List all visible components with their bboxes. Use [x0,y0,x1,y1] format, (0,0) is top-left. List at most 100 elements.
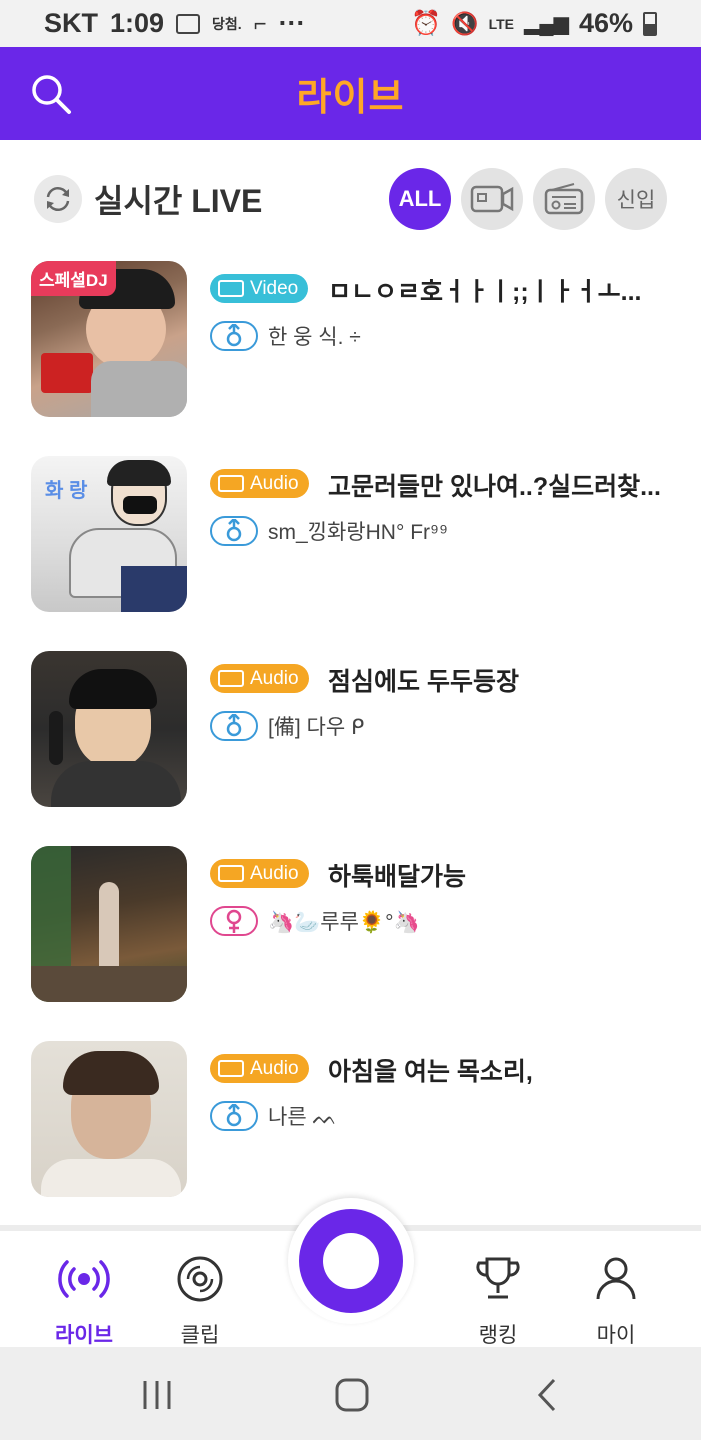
shirt-shape [51,761,181,807]
special-dj-badge: 스페셜DJ [31,261,116,296]
male-icon [210,516,258,546]
thumbnail-caption: 화 랑 [45,480,88,502]
host-name: [備] 다우 ᑭ [268,716,365,739]
stream-thumbnail [31,846,187,1002]
filter-all[interactable]: ALL [389,168,451,230]
jeans-shape [121,566,187,612]
stream-thumbnail [31,1041,187,1197]
host-name: 한 웅 식. ÷ [268,326,361,349]
stream-title: 점심에도 두두등장 [328,668,519,696]
carrier-label: SKT [44,8,98,38]
nav-label: 클립 [180,1324,220,1347]
red-box-shape [41,353,93,393]
list-item[interactable]: Audio 하툭배달가능 🦄🦢루루🌻°🦄 [0,843,701,1038]
list-item[interactable]: 스페셜DJ Video ㅁㄴㅇㄹ호ㅓㅏㅣ;;ㅣㅏㅓㅗ... 한 웅 식. ÷ [0,258,701,453]
audio-tag: Audio [210,859,309,888]
audio-tag-icon [218,670,244,687]
search-button[interactable] [30,73,72,115]
page-title: 라이브 [296,77,405,119]
refresh-button[interactable] [34,175,82,223]
alarm-icon: ⏰ [411,10,442,37]
stream-title: 하툭배달가능 [328,863,467,891]
audio-tag-icon [218,1060,244,1077]
type-label: Audio [250,472,299,494]
section-header: 실시간 LIVE ALL 신입 [0,140,701,258]
male-icon [210,711,258,741]
type-label: Video [250,277,299,299]
mute-icon: 🔇 [451,10,479,36]
stream-title: ㅁㄴㅇㄹ호ㅓㅏㅣ;;ㅣㅏㅓㅗ... [328,278,642,306]
radio-icon [544,183,584,215]
section-title: 실시간 LIVE [94,183,263,219]
female-icon [210,906,258,936]
host-name: 나른 ᨓ [268,1106,338,1129]
signal-icon: ▂▄▆ [524,13,569,35]
gallery-icon [176,13,201,34]
hair-shape [69,669,157,709]
live-list: 스페셜DJ Video ㅁㄴㅇㄹ호ㅓㅏㅣ;;ㅣㅏㅓㅗ... 한 웅 식. ÷ 화… [0,258,701,1233]
host-row: [備] 다우 ᑭ [210,711,364,741]
app-header: 라이브 [0,47,701,140]
host-row: 나른 ᨓ [210,1101,338,1131]
host-name: sm_낑화랑HN° Fr⁹⁹ [268,521,449,544]
home-icon[interactable] [332,1375,372,1415]
stream-thumbnail [31,651,187,807]
nav-clip[interactable]: 클립 [150,1253,250,1349]
more-notifications: ··· [278,8,306,38]
recent-apps-icon[interactable] [137,1375,177,1415]
filter-new[interactable]: 신입 [605,168,667,230]
audio-tag: Audio [210,664,309,693]
trophy-icon [476,1257,520,1299]
list-item[interactable]: Audio 점심에도 두두등장 [備] 다우 ᑭ [0,648,701,843]
audio-tag-icon [218,865,244,882]
nav-live[interactable]: 라이브 [34,1253,134,1349]
video-tag: Video [210,274,309,303]
stream-thumbnail: 스페셜DJ [31,261,187,417]
stream-title: 아침을 여는 목소리, [328,1058,533,1086]
notification-text: 당첨. [212,15,242,32]
disc-icon [177,1256,223,1302]
host-row: sm_낑화랑HN° Fr⁹⁹ [210,516,448,546]
male-icon [210,1101,258,1131]
hoodie-shape [91,361,187,417]
lte-indicator: LTE [488,15,515,32]
nav-label: 마이 [596,1324,636,1347]
filter-group: ALL 신입 [389,168,667,230]
nav-label: 랭킹 [478,1324,518,1347]
clock: 1:09 [110,8,165,38]
type-label: Audio [250,1057,299,1079]
shirt-shape [41,1159,181,1197]
audio-tag: Audio [210,1054,309,1083]
hair-shape [63,1051,159,1095]
user-icon [596,1257,636,1300]
status-bar: SKT 1:09 당첨. ⌐ ··· ⏰ 🔇 LTE ▂▄▆ 46% [0,0,701,47]
nav-label: 라이브 [55,1324,113,1347]
filter-audio[interactable] [533,168,595,230]
video-tag-icon [218,280,244,297]
stream-thumbnail: 화 랑 [31,456,187,612]
type-label: Audio [250,862,299,884]
mask-shape [123,496,157,514]
nav-my[interactable]: 마이 [566,1253,666,1349]
back-icon[interactable] [528,1375,568,1415]
host-row: 🦄🦢루루🌻°🦄 [210,906,420,936]
microphone-shape [49,711,63,765]
audio-tag: Audio [210,469,309,498]
broadcast-ring-icon [299,1209,403,1313]
filter-video[interactable] [461,168,523,230]
battery-icon [643,11,657,36]
list-item[interactable]: 화 랑 Audio 고문러들만 있나여..?실드러찾... sm_낑화랑HN° … [0,453,701,648]
host-name: 🦄🦢루루🌻°🦄 [268,911,420,934]
refresh-icon [46,187,70,211]
floor-shape [31,966,187,1002]
link-icon: ⌐ [253,10,267,36]
ring-center [323,1233,379,1289]
male-icon [210,321,258,351]
audio-tag-icon [218,475,244,492]
start-broadcast-button[interactable] [288,1198,414,1324]
system-navigation-bar [0,1347,701,1440]
video-camera-icon [470,185,514,213]
search-icon [32,75,71,114]
broadcast-icon [58,1260,110,1298]
nav-ranking[interactable]: 랭킹 [448,1253,548,1349]
